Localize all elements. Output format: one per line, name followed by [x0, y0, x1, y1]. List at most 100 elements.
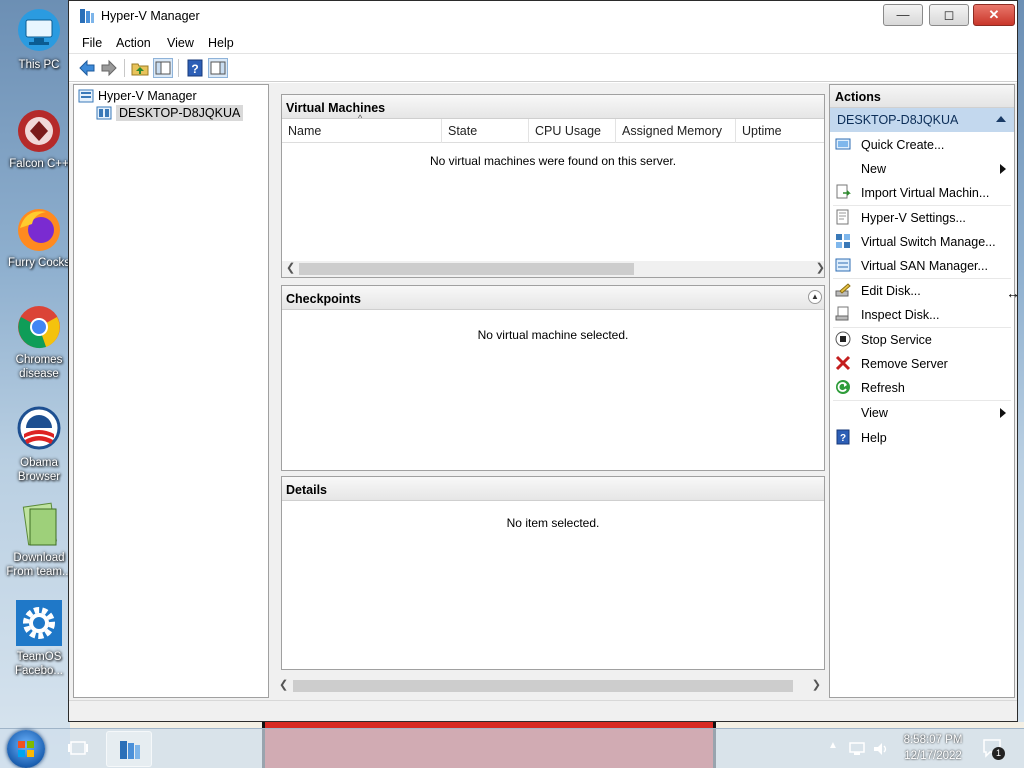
- svg-text:?: ?: [840, 433, 846, 444]
- toolbar: ?: [69, 54, 1017, 82]
- gear-icon: [16, 600, 62, 646]
- action-import-vm[interactable]: Import Virtual Machin...: [830, 182, 1014, 204]
- close-icon: ✕: [988, 7, 1000, 22]
- import-vm-icon: [836, 184, 851, 199]
- actions-pane: Actions DESKTOP-D8JQKUA Quick Create... …: [829, 84, 1015, 698]
- action-label: Hyper-V Settings...: [861, 211, 966, 225]
- minimize-button[interactable]: —: [883, 4, 923, 26]
- action-edit-disk[interactable]: Edit Disk...: [830, 280, 1014, 302]
- menu-file[interactable]: File: [82, 36, 102, 50]
- scroll-left-icon[interactable]: ❮: [279, 678, 288, 691]
- help-toolbar-button[interactable]: ?: [185, 58, 205, 78]
- action-label: Help: [861, 431, 887, 445]
- action-inspect-disk[interactable]: Inspect Disk...: [830, 304, 1014, 326]
- collapse-up-icon[interactable]: [996, 116, 1006, 122]
- scrollbar-thumb[interactable]: [299, 263, 634, 275]
- desktop-icon-label: Download From team...: [6, 552, 72, 578]
- scroll-right-icon[interactable]: ❯: [812, 678, 821, 691]
- action-label: Stop Service: [861, 333, 932, 347]
- collapse-chevron-icon[interactable]: ▲: [808, 290, 822, 304]
- action-new[interactable]: New: [830, 158, 1014, 180]
- close-button[interactable]: ✕: [973, 4, 1015, 26]
- window-title: Hyper-V Manager: [101, 9, 200, 23]
- vm-column-headers: Name ^ State CPU Usage Assigned Memory U…: [282, 113, 824, 143]
- tree-node-label: DESKTOP-D8JQKUA: [116, 105, 244, 121]
- column-header-assigned-memory[interactable]: Assigned Memory: [622, 124, 722, 138]
- volume-icon[interactable]: [872, 740, 890, 758]
- center-horizontal-scrollbar[interactable]: ❮ ❯: [277, 678, 825, 694]
- tray-expand-icon[interactable]: ▲: [828, 740, 838, 751]
- action-refresh[interactable]: Refresh: [830, 377, 1014, 399]
- desktop-icon-obama[interactable]: Obama Browser: [4, 406, 74, 484]
- hyperv-manager-window: Hyper-V Manager — ◻ ✕ File Action View H…: [68, 0, 1018, 722]
- column-header-cpu-usage[interactable]: CPU Usage: [535, 124, 601, 138]
- tree-node-server[interactable]: DESKTOP-D8JQKUA: [96, 105, 244, 121]
- action-pane-icon: [210, 61, 226, 75]
- network-icon[interactable]: [848, 740, 866, 758]
- back-arrow-icon: [79, 59, 95, 77]
- back-button[interactable]: [77, 58, 97, 78]
- action-hyperv-settings[interactable]: Hyper-V Settings...: [830, 207, 1014, 229]
- task-view-button[interactable]: [64, 731, 92, 767]
- action-stop-service[interactable]: Stop Service: [830, 329, 1014, 351]
- panel-title: Virtual Machines: [286, 101, 386, 115]
- desktop-icon-label: Obama Browser: [17, 457, 61, 483]
- status-bar: [69, 700, 1017, 721]
- folder-up-icon: [131, 63, 149, 76]
- show-hide-tree-button[interactable]: [153, 58, 173, 78]
- panel-header: Checkpoints ▲: [282, 286, 824, 310]
- panel-header: Virtual Machines: [282, 95, 824, 119]
- menu-action[interactable]: Action: [116, 36, 151, 50]
- column-header-name[interactable]: Name: [288, 124, 321, 138]
- details-empty-message: No item selected.: [506, 516, 600, 530]
- column-header-state[interactable]: State: [448, 124, 477, 138]
- desktop-icon-label: TeamOS Facebo...: [15, 651, 63, 677]
- column-header-uptime[interactable]: Uptime: [742, 124, 782, 138]
- actions-section-header[interactable]: DESKTOP-D8JQKUA: [830, 108, 1014, 132]
- scrollbar-thumb[interactable]: [293, 680, 793, 692]
- tree-node-hyperv-manager[interactable]: Hyper-V Manager: [78, 88, 197, 104]
- desktop-icon-firefox[interactable]: Furry Cocks: [4, 206, 74, 270]
- clock-time: 8:58:07 PM: [903, 734, 963, 746]
- desktop-icon-download[interactable]: Download From team...: [4, 501, 74, 579]
- scroll-right-icon[interactable]: ❯: [816, 261, 825, 274]
- action-help[interactable]: ? Help: [830, 427, 1014, 449]
- desktop-icon-chrome[interactable]: Chromes disease: [4, 303, 74, 381]
- monitor-icon: [16, 8, 62, 54]
- taskbar-hyperv-manager[interactable]: [106, 731, 152, 767]
- hyperv-manager-icon: [78, 89, 94, 103]
- vm-horizontal-scrollbar[interactable]: ❮ ❯: [282, 261, 825, 277]
- desktop-icon-falcon[interactable]: Falcon C++: [4, 107, 74, 171]
- submenu-arrow-icon: [1000, 164, 1006, 174]
- chrome-icon: [16, 303, 62, 349]
- forward-button[interactable]: [99, 58, 119, 78]
- title-bar[interactable]: Hyper-V Manager — ◻ ✕: [69, 1, 1017, 32]
- action-virtual-san-manager[interactable]: Virtual SAN Manager...: [830, 255, 1014, 277]
- checkpoints-empty-message: No virtual machine selected.: [477, 328, 629, 342]
- desktop-icon-teamos[interactable]: TeamOS Facebo...: [4, 600, 74, 678]
- start-button[interactable]: [7, 730, 45, 768]
- notification-button[interactable]: 1: [982, 738, 1006, 760]
- help-icon: ?: [187, 59, 203, 77]
- quick-create-icon: [835, 138, 851, 150]
- show-hide-action-pane-button[interactable]: [208, 58, 228, 78]
- scroll-left-icon[interactable]: ❮: [286, 261, 295, 274]
- action-remove-server[interactable]: Remove Server: [830, 353, 1014, 375]
- settings-icon: [836, 209, 849, 225]
- menu-view[interactable]: View: [167, 36, 194, 50]
- action-quick-create[interactable]: Quick Create...: [830, 134, 1014, 156]
- menu-help[interactable]: Help: [208, 36, 234, 50]
- clock-date: 12/17/2022: [904, 750, 962, 762]
- action-virtual-switch-manager[interactable]: Virtual Switch Manage...: [830, 231, 1014, 253]
- edit-disk-icon: [835, 283, 851, 297]
- action-label: View: [861, 406, 888, 420]
- maximize-button[interactable]: ◻: [929, 4, 969, 26]
- up-folder-button[interactable]: [130, 58, 150, 78]
- action-view[interactable]: View: [830, 402, 1014, 424]
- desktop-icon-this-pc[interactable]: This PC: [4, 8, 74, 72]
- hyperv-app-icon: [79, 8, 95, 27]
- obama-logo-icon: [16, 406, 62, 452]
- clock[interactable]: 8:58:07 PM 12/17/2022: [900, 732, 966, 764]
- action-label: Import Virtual Machin...: [861, 186, 990, 200]
- svg-text:?: ?: [191, 62, 198, 76]
